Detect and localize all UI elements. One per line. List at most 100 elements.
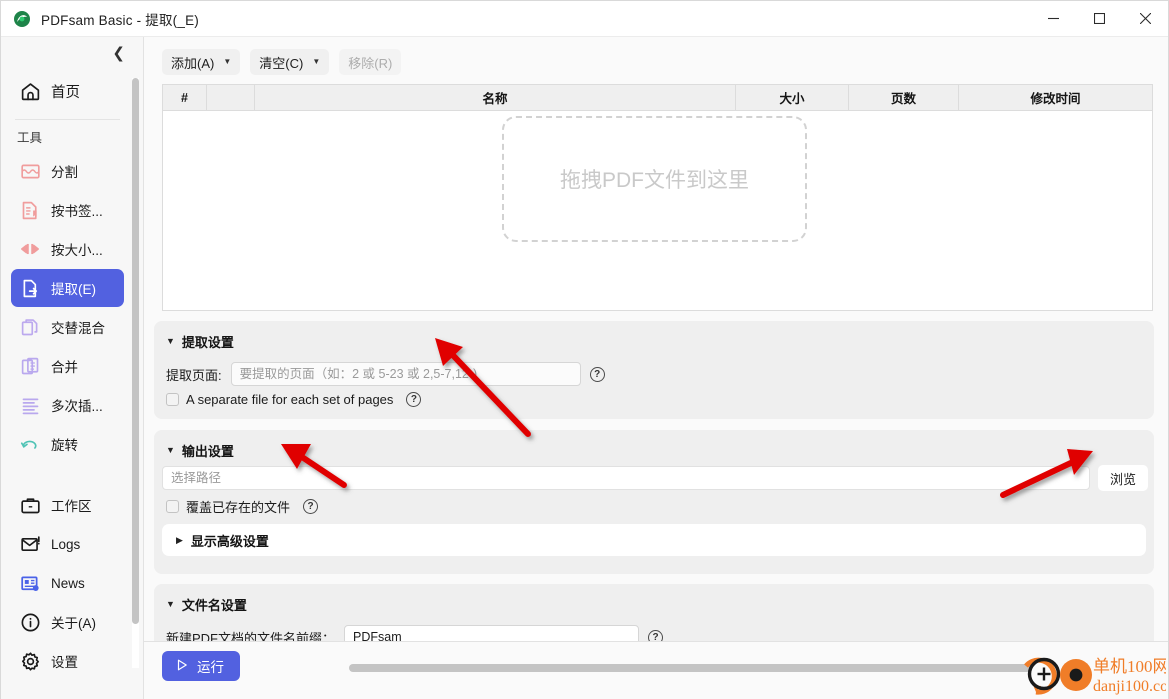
window-controls bbox=[1030, 1, 1168, 37]
separate-file-checkbox[interactable] bbox=[166, 393, 179, 406]
sidebar-item-extract[interactable]: 提取(E) bbox=[11, 269, 124, 307]
briefcase-icon bbox=[19, 494, 41, 516]
sidebar-item-label: 关于(A) bbox=[51, 616, 96, 631]
column-header-name[interactable]: 名称 bbox=[255, 85, 736, 110]
sidebar-scrollbar-thumb[interactable] bbox=[132, 78, 139, 624]
question-circle-icon[interactable]: ? bbox=[589, 366, 605, 382]
caret-down-icon[interactable]: ▼ bbox=[223, 58, 231, 66]
sidebar-item-split-by-size[interactable]: 按大小... bbox=[11, 230, 124, 268]
remove-file-button[interactable]: 移除(R) bbox=[339, 49, 402, 75]
gear-icon bbox=[19, 650, 41, 672]
sidebar-item-label: 按大小... bbox=[51, 243, 103, 258]
sidebar: ❮ 首页 工具 分割 按书签... 按大小... 提取(E) 交替混合 合并 多… bbox=[1, 37, 144, 699]
sidebar-item-rotate[interactable]: 旋转 bbox=[11, 425, 124, 463]
sidebar-divider bbox=[15, 119, 120, 120]
file-table-header: # 名称 大小 页数 修改时间 bbox=[163, 85, 1152, 111]
size-split-icon bbox=[19, 238, 41, 260]
sidebar-item-label: 合并 bbox=[51, 360, 78, 375]
column-header-modified[interactable]: 修改时间 bbox=[959, 85, 1152, 110]
output-settings-title[interactable]: ▼ 输出设置 bbox=[166, 441, 234, 460]
sidebar-item-label: 多次插... bbox=[51, 399, 103, 414]
filename-settings-label: 文件名设置 bbox=[181, 598, 247, 613]
overwrite-label: 覆盖已存在的文件 bbox=[186, 500, 291, 515]
filename-settings-title[interactable]: ▼ 文件名设置 bbox=[166, 595, 247, 614]
sidebar-nav-scroll: 首页 工具 分割 按书签... 按大小... 提取(E) 交替混合 合并 多次插… bbox=[1, 69, 134, 699]
sidebar-item-label: 首页 bbox=[51, 84, 80, 101]
column-header-pages[interactable]: 页数 bbox=[849, 85, 959, 110]
sidebar-item-workspace[interactable]: 工作区 bbox=[11, 486, 124, 524]
browse-button[interactable]: 浏览 bbox=[1098, 465, 1149, 491]
extract-settings-panel: ▼ 提取设置 提取页面: ? A separate file for each … bbox=[154, 321, 1154, 419]
advanced-settings-toggle[interactable]: ▶ 显示高级设置 bbox=[162, 524, 1146, 556]
sidebar-item-label: 交替混合 bbox=[51, 321, 105, 336]
alternate-mix-icon bbox=[19, 316, 41, 338]
horizontal-scrollbar-thumb[interactable] bbox=[349, 664, 1031, 672]
caret-down-icon[interactable]: ▼ bbox=[312, 58, 320, 66]
news-icon bbox=[19, 572, 41, 594]
extract-pages-input[interactable] bbox=[230, 362, 581, 386]
sidebar-item-home[interactable]: 首页 bbox=[11, 69, 124, 113]
watermark: 单机100网 danji100.com bbox=[1018, 644, 1169, 698]
chevron-left-icon[interactable]: ❮ bbox=[112, 46, 125, 61]
add-files-label: 添加(A) bbox=[171, 55, 215, 71]
info-circle-icon bbox=[19, 611, 41, 633]
run-label: 运行 bbox=[197, 660, 224, 675]
extract-pages-label: 提取页面: bbox=[166, 367, 222, 383]
column-header-index[interactable]: # bbox=[163, 85, 207, 110]
sidebar-item-about[interactable]: 关于(A) bbox=[11, 603, 124, 641]
svg-text:danji100.com: danji100.com bbox=[1093, 678, 1166, 695]
add-files-button[interactable]: 添加(A) ▼ bbox=[162, 49, 241, 75]
dropzone-label: 拖拽PDF文件到这里 bbox=[560, 169, 749, 192]
pdfsam-logo-icon bbox=[13, 10, 31, 28]
question-circle-icon[interactable]: ? bbox=[303, 499, 319, 514]
multi-insert-icon bbox=[19, 394, 41, 416]
sidebar-item-split[interactable]: 分割 bbox=[11, 152, 124, 190]
triangle-down-icon: ▼ bbox=[166, 599, 175, 609]
sidebar-item-merge[interactable]: 合并 bbox=[11, 347, 124, 385]
bookmark-split-icon bbox=[19, 199, 41, 221]
file-table-body[interactable]: 拖拽PDF文件到这里 bbox=[163, 111, 1152, 310]
advanced-settings-label: 显示高级设置 bbox=[190, 533, 269, 549]
column-header-icon[interactable] bbox=[207, 85, 255, 110]
extract-settings-label: 提取设置 bbox=[181, 335, 234, 350]
minimize-button[interactable] bbox=[1030, 1, 1076, 37]
main-content: 添加(A) ▼ 清空(C) ▼ 移除(R) # 名称 大小 页数 修改时间 拖拽… bbox=[144, 37, 1168, 699]
home-icon bbox=[19, 80, 41, 102]
sidebar-item-settings[interactable]: 设置 bbox=[11, 642, 124, 680]
clear-files-button[interactable]: 清空(C) ▼ bbox=[250, 49, 330, 75]
output-path-row: 浏览 bbox=[162, 465, 1149, 491]
extract-icon bbox=[19, 277, 41, 299]
sidebar-group-title: 工具 bbox=[17, 131, 43, 145]
file-dropzone[interactable]: 拖拽PDF文件到这里 bbox=[502, 116, 807, 242]
separate-file-row: A separate file for each set of pages ? bbox=[166, 392, 422, 407]
sidebar-item-label: 按书签... bbox=[51, 204, 103, 219]
rotate-icon bbox=[19, 433, 41, 455]
output-settings-panel: ▼ 输出设置 浏览 覆盖已存在的文件 ? ▶ 显示高级设置 bbox=[154, 430, 1154, 574]
file-toolbar: 添加(A) ▼ 清空(C) ▼ 移除(R) bbox=[162, 49, 402, 75]
title-bar: PDFsam Basic - 提取(_E) bbox=[1, 1, 1168, 37]
file-table: # 名称 大小 页数 修改时间 拖拽PDF文件到这里 bbox=[162, 84, 1153, 311]
run-button[interactable]: 运行 bbox=[162, 651, 240, 681]
sidebar-item-label: 旋转 bbox=[51, 438, 78, 453]
column-header-size[interactable]: 大小 bbox=[736, 85, 849, 110]
triangle-right-icon: ▶ bbox=[176, 534, 183, 545]
triangle-down-icon: ▼ bbox=[166, 336, 175, 346]
split-icon bbox=[19, 160, 41, 182]
sidebar-item-multi-insert[interactable]: 多次插... bbox=[11, 386, 124, 424]
sidebar-item-label: 提取(E) bbox=[51, 282, 96, 297]
footer-bar: 运行 bbox=[144, 641, 1168, 699]
question-circle-icon[interactable]: ? bbox=[406, 392, 422, 407]
merge-icon bbox=[19, 355, 41, 377]
sidebar-item-news[interactable]: News bbox=[11, 564, 124, 602]
maximize-button[interactable] bbox=[1076, 1, 1122, 37]
output-settings-label: 输出设置 bbox=[181, 444, 234, 459]
remove-file-label: 移除(R) bbox=[348, 55, 393, 71]
sidebar-item-alternate-mix[interactable]: 交替混合 bbox=[11, 308, 124, 346]
output-path-input[interactable] bbox=[162, 466, 1090, 490]
close-button[interactable] bbox=[1122, 1, 1168, 37]
extract-settings-title[interactable]: ▼ 提取设置 bbox=[166, 332, 234, 351]
sidebar-item-split-by-bookmark[interactable]: 按书签... bbox=[11, 191, 124, 229]
svg-text:单机100网: 单机100网 bbox=[1093, 657, 1166, 676]
sidebar-item-logs[interactable]: Logs bbox=[11, 525, 124, 563]
overwrite-checkbox[interactable] bbox=[166, 500, 179, 513]
